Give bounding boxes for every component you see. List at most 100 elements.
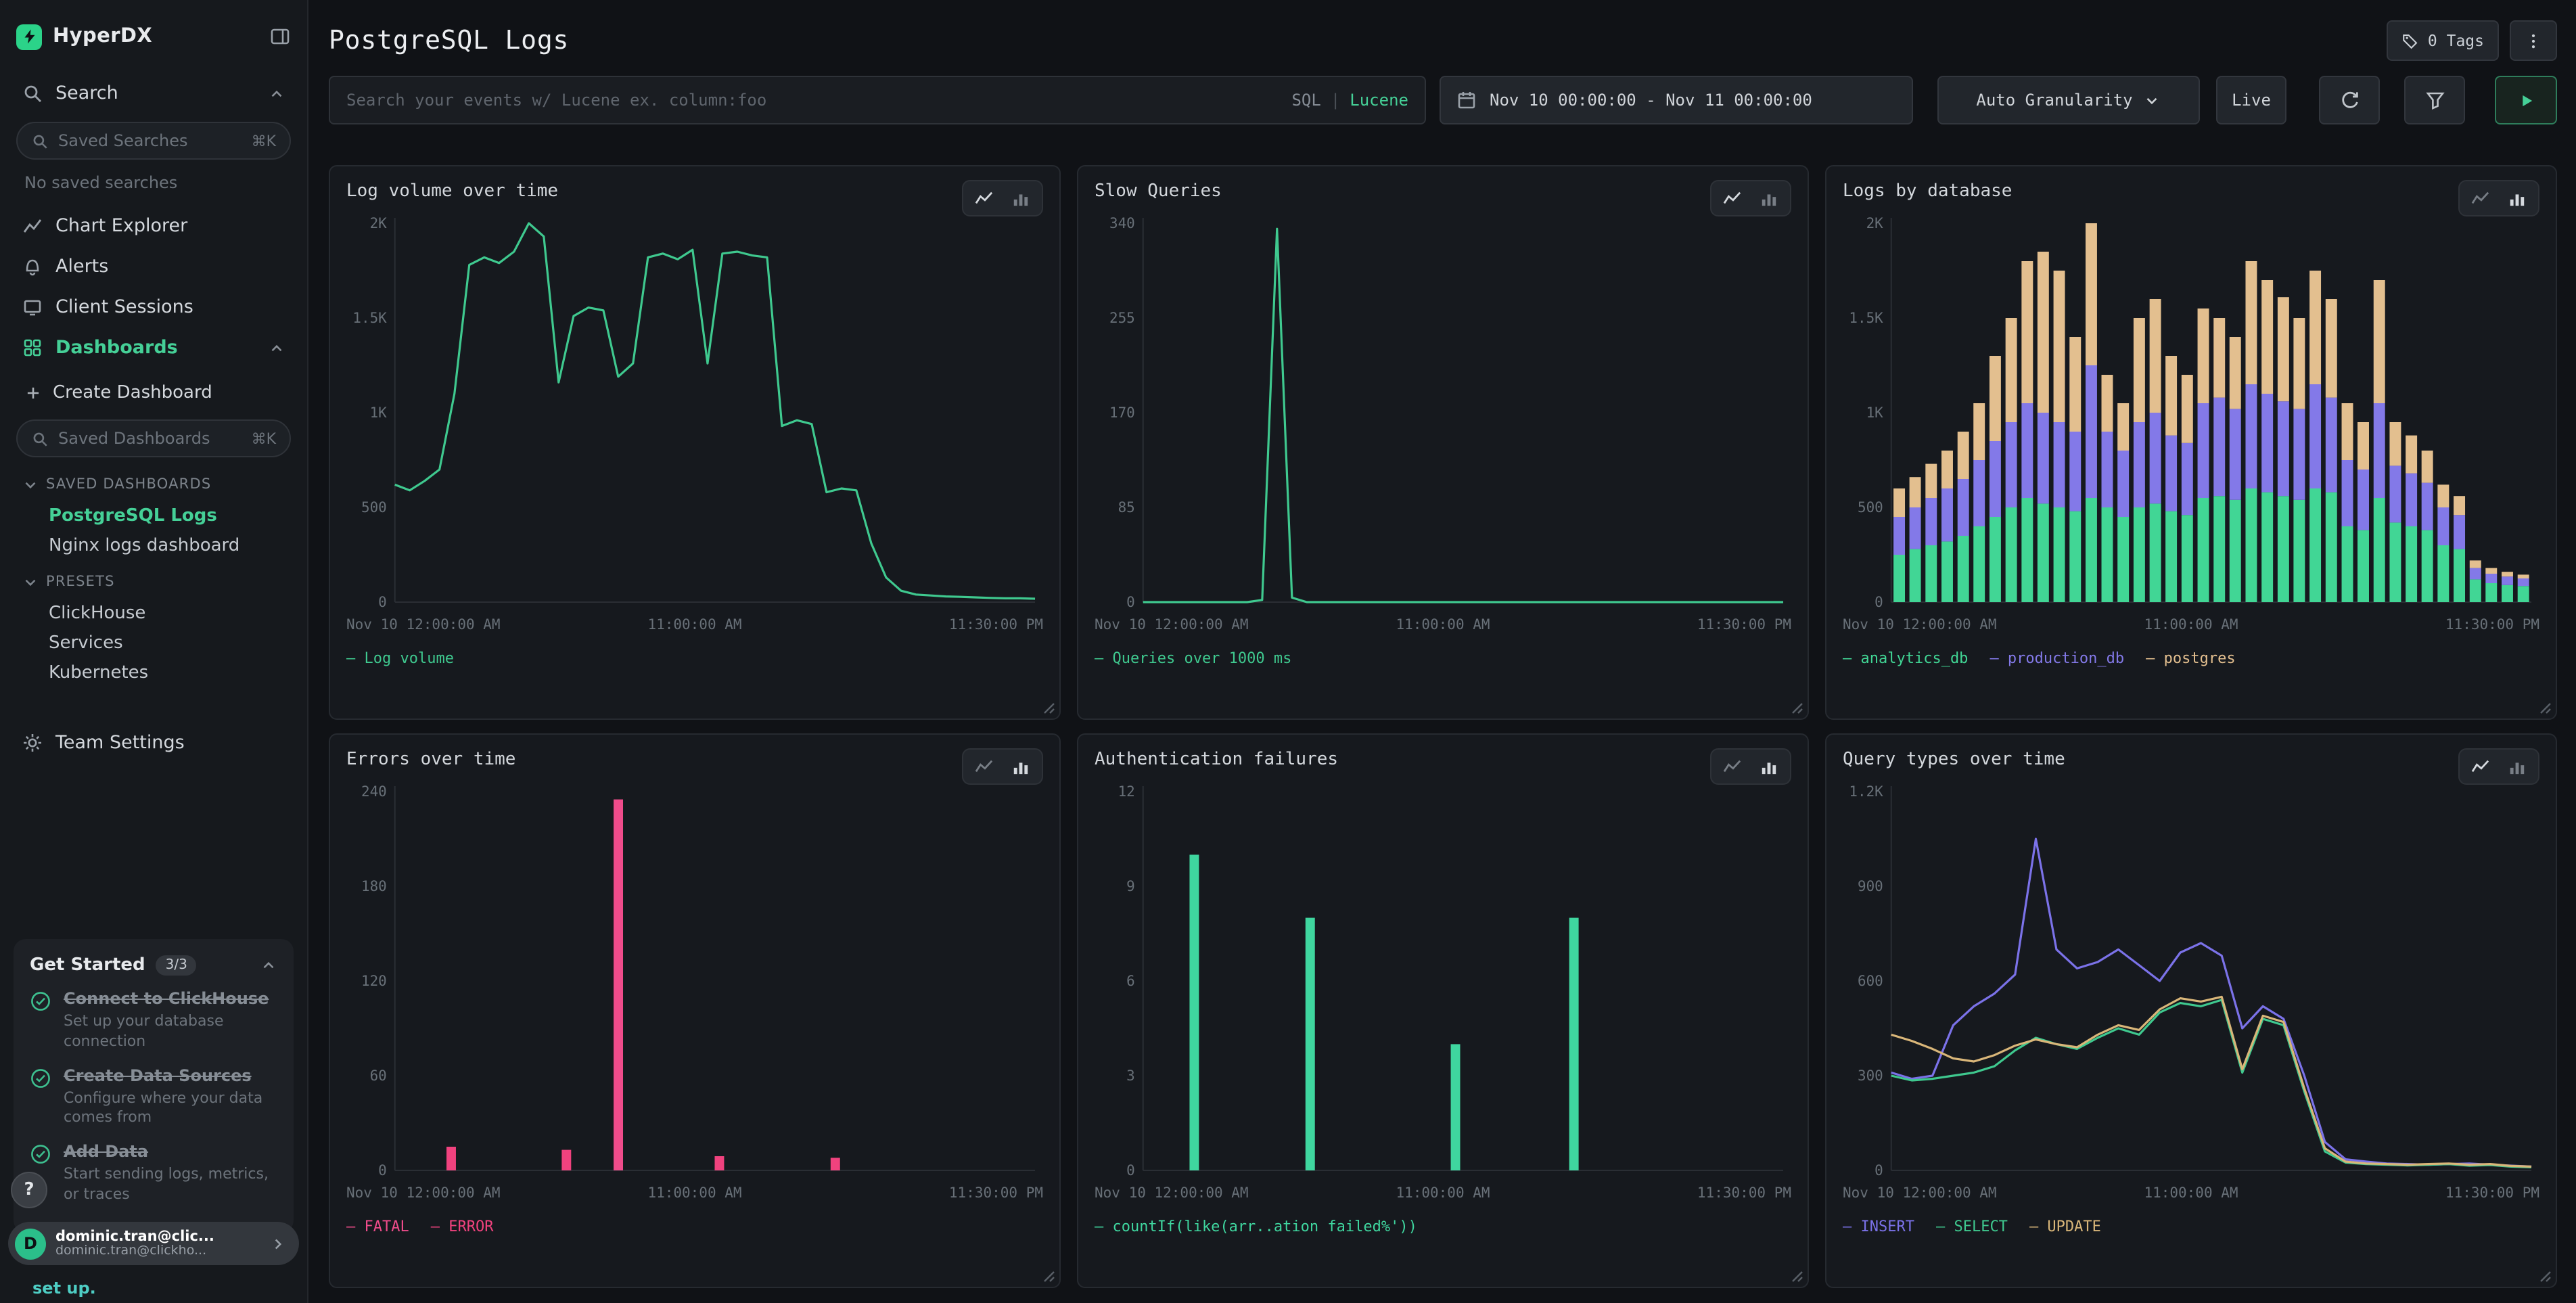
x-axis: Nov 10 12:00:00 AM11:00:00 AM11:30:00 PM <box>1095 1185 1791 1206</box>
step-desc: Configure where your data comes from <box>64 1089 277 1128</box>
get-started-card: Get Started 3/3 Connect to ClickHouse Se… <box>14 939 294 1233</box>
query-language-toggle[interactable]: SQL | Lucene <box>1291 91 1408 110</box>
user-name: dominic.tran@clic... <box>55 1228 214 1244</box>
svg-text:1.5K: 1.5K <box>1849 310 1883 326</box>
bar-chart-toggle[interactable] <box>1751 184 1787 212</box>
x-axis-tick: 11:00:00 AM <box>1396 1185 1490 1202</box>
sidebar-item-client-sessions[interactable]: Client Sessions <box>16 287 291 327</box>
preset-link-services[interactable]: Services <box>16 628 291 658</box>
saved-dashboards-section-header[interactable]: SAVED DASHBOARDS <box>16 468 291 501</box>
saved-searches-input[interactable]: Saved Searches ⌘K <box>16 122 291 160</box>
preset-link-clickhouse[interactable]: ClickHouse <box>16 598 291 628</box>
svg-text:12: 12 <box>1118 783 1135 800</box>
legend-item: — postgres <box>2146 649 2235 667</box>
get-started-header[interactable]: Get Started 3/3 <box>30 955 277 976</box>
preset-link-label: ClickHouse <box>49 603 145 623</box>
granularity-select[interactable]: Auto Granularity <box>1937 76 2200 124</box>
svg-text:240: 240 <box>361 783 387 800</box>
line-chart-toggle[interactable] <box>1714 184 1751 212</box>
step-desc: Set up your database connection <box>64 1012 277 1051</box>
user-menu[interactable]: D dominic.tran@clic... dominic.tran@clic… <box>8 1222 299 1265</box>
sql-toggle[interactable]: SQL <box>1291 91 1320 110</box>
no-saved-searches-note: No saved searches <box>16 170 291 206</box>
preset-link-kubernetes[interactable]: Kubernetes <box>16 658 291 687</box>
toggle-divider: | <box>1331 91 1340 110</box>
kebab-icon <box>2525 32 2542 49</box>
bar-chart-toggle[interactable] <box>2499 184 2535 212</box>
chart-title: Slow Queries <box>1095 181 1791 202</box>
resize-handle-icon[interactable] <box>2539 1271 2552 1283</box>
lucene-toggle[interactable]: Lucene <box>1350 91 1408 110</box>
chart-plot: 05001K1.5K2K <box>1843 210 2539 616</box>
chart-title: Query types over time <box>1843 750 2539 770</box>
create-dashboard-button[interactable]: Create Dashboard <box>16 373 291 411</box>
bar-chart-toggle[interactable] <box>1003 184 1039 212</box>
legend-item: — Queries over 1000 ms <box>1095 649 1291 667</box>
sidebar-item-alerts[interactable]: Alerts <box>16 246 291 287</box>
bar-chart-toggle[interactable] <box>1003 752 1039 781</box>
help-button[interactable]: ? <box>11 1172 47 1208</box>
resize-handle-icon[interactable] <box>1791 702 1803 714</box>
line-chart-toggle[interactable] <box>966 752 1003 781</box>
resize-handle-icon[interactable] <box>2539 702 2552 714</box>
saved-dashboards-input[interactable]: Saved Dashboards ⌘K <box>16 419 291 457</box>
bar-chart-toggle[interactable] <box>2499 752 2535 781</box>
shortcut-hint: ⌘K <box>252 132 276 150</box>
user-workspace: dominic.tran@clickho... <box>55 1244 214 1259</box>
x-axis-tick: 11:00:00 AM <box>647 617 741 633</box>
sidebar-item-label: Search <box>55 83 118 104</box>
chart-plot: 036912 <box>1095 778 1791 1184</box>
sidebar-item-dashboards[interactable]: Dashboards <box>16 327 291 368</box>
get-started-step[interactable]: Add Data Start sending logs, metrics, or… <box>30 1143 277 1204</box>
chart-title: Log volume over time <box>346 181 1043 202</box>
line-chart-toggle[interactable] <box>2462 752 2499 781</box>
event-search-input[interactable] <box>346 91 1281 110</box>
hyperdx-logo-icon <box>16 24 42 49</box>
refresh-button[interactable] <box>2319 76 2380 124</box>
dashboard-link-label: PostgreSQL Logs <box>49 505 217 526</box>
section-label-text: PRESETS <box>46 574 115 590</box>
line-chart-toggle[interactable] <box>2462 184 2499 212</box>
main-content: PostgreSQL Logs 0 Tags SQL | Lucene <box>308 0 2576 1303</box>
x-axis-tick: 11:30:00 PM <box>1697 1185 1791 1202</box>
line-chart-toggle[interactable] <box>1714 752 1751 781</box>
line-chart-toggle[interactable] <box>966 184 1003 212</box>
preset-link-label: Kubernetes <box>49 662 148 683</box>
panel-logs-by-database: Logs by database 05001K1.5K2K Nov 10 12:… <box>1825 165 2557 720</box>
filter-button[interactable] <box>2404 76 2465 124</box>
legend-item: — countIf(like(arr..ation failed%')) <box>1095 1218 1417 1235</box>
bar-chart-toggle[interactable] <box>1751 752 1787 781</box>
resize-handle-icon[interactable] <box>1043 702 1055 714</box>
dashboard-link-nginx-logs[interactable]: Nginx logs dashboard <box>16 530 291 560</box>
x-axis-tick: 11:00:00 AM <box>647 1185 741 1202</box>
panel-errors-over-time: Errors over time 060120180240 Nov 10 12:… <box>329 733 1061 1288</box>
get-started-step[interactable]: Create Data Sources Configure where your… <box>30 1066 277 1128</box>
chart-type-toggle <box>962 180 1043 216</box>
chart-type-toggle <box>962 748 1043 785</box>
sidebar-item-search[interactable]: Search <box>16 73 291 114</box>
get-started-step[interactable]: Connect to ClickHouse Set up your databa… <box>30 989 277 1051</box>
dashboard-grid: Log volume over time 05001K1.5K2K Nov 10… <box>329 165 2557 1288</box>
chart-plot: 05001K1.5K2K <box>346 210 1043 616</box>
resize-handle-icon[interactable] <box>1791 1271 1803 1283</box>
sidebar-collapse-button[interactable] <box>269 26 291 47</box>
live-button[interactable]: Live <box>2216 76 2286 124</box>
x-axis-tick: Nov 10 12:00:00 AM <box>346 617 501 633</box>
dashboard-link-postgresql-logs[interactable]: PostgreSQL Logs <box>16 501 291 530</box>
time-range-picker[interactable]: Nov 10 00:00:00 - Nov 11 00:00:00 <box>1440 76 1913 124</box>
chart-plot: 085170255340 <box>1095 210 1791 616</box>
resize-handle-icon[interactable] <box>1043 1271 1055 1283</box>
sidebar-item-team-settings[interactable]: Team Settings <box>16 723 291 763</box>
tags-button[interactable]: 0 Tags <box>2387 20 2499 61</box>
sidebar-item-chart-explorer[interactable]: Chart Explorer <box>16 206 291 246</box>
svg-text:500: 500 <box>361 499 387 516</box>
chart-legend: — INSERT— SELECT— UPDATE <box>1843 1218 2539 1235</box>
svg-text:85: 85 <box>1118 499 1135 516</box>
svg-text:6: 6 <box>1126 973 1135 989</box>
run-query-button[interactable] <box>2495 76 2557 124</box>
more-menu-button[interactable] <box>2510 20 2557 61</box>
setup-note: set up. <box>32 1279 96 1298</box>
event-search-box[interactable]: SQL | Lucene <box>329 76 1426 124</box>
x-axis-tick: Nov 10 12:00:00 AM <box>1095 617 1249 633</box>
presets-section-header[interactable]: PRESETS <box>16 566 291 598</box>
